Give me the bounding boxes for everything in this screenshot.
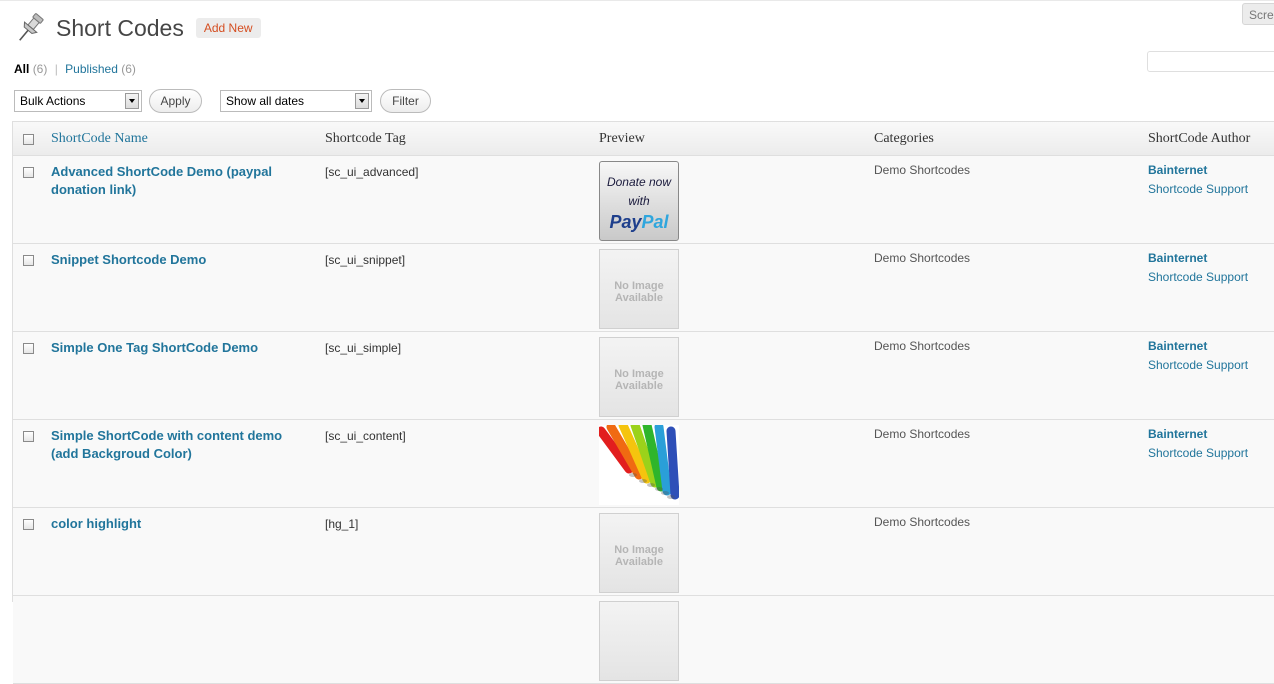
author-link[interactable]: Bainternet xyxy=(1148,427,1207,441)
no-image-placeholder: No Image Available xyxy=(599,249,679,329)
select-all-checkbox[interactable] xyxy=(23,134,34,145)
shortcode-tag: [sc_ui_advanced] xyxy=(325,165,419,179)
row-checkbox[interactable] xyxy=(23,255,34,266)
shortcode-tag: [hg_1] xyxy=(325,517,359,531)
view-published-link[interactable]: Published xyxy=(65,62,118,76)
chevron-down-icon xyxy=(125,93,139,109)
filter-button[interactable]: Filter xyxy=(380,89,431,113)
no-image-placeholder xyxy=(599,601,679,681)
date-filter-value: Show all dates xyxy=(226,94,305,108)
apply-button[interactable]: Apply xyxy=(149,89,202,113)
shortcode-tag: [sc_ui_content] xyxy=(325,429,406,443)
table-row: Advanced ShortCode Demo (paypal donation… xyxy=(13,156,1274,244)
shortcode-title-link[interactable]: Advanced ShortCode Demo (paypal donation… xyxy=(51,163,301,199)
shortcode-title-link[interactable]: Snippet Shortcode Demo xyxy=(51,251,301,269)
table-row: Snippet Shortcode Demo [sc_ui_snippet] N… xyxy=(13,244,1274,332)
page-header: Short Codes Add New xyxy=(12,8,261,48)
shortcode-tag: [sc_ui_simple] xyxy=(325,341,402,355)
support-link[interactable]: Shortcode Support xyxy=(1148,270,1248,284)
chevron-down-icon xyxy=(355,93,369,109)
crayons-illustration xyxy=(599,425,679,505)
add-new-button[interactable]: Add New xyxy=(195,18,261,38)
view-separator: | xyxy=(54,62,58,76)
shortcodes-table: ShortCode Name Shortcode Tag Preview Cat… xyxy=(12,121,1274,684)
category-link[interactable]: Demo Shortcodes xyxy=(874,251,970,265)
no-image-text: No Image Available xyxy=(614,280,664,304)
support-link[interactable]: Shortcode Support xyxy=(1148,182,1248,196)
row-checkbox[interactable] xyxy=(23,431,34,442)
bulk-actions-value: Bulk Actions xyxy=(20,94,86,108)
table-row: color highlight [hg_1] No Image Availabl… xyxy=(13,508,1274,596)
category-link[interactable]: Demo Shortcodes xyxy=(874,515,970,529)
paypal-logo: PayPal xyxy=(600,212,678,233)
row-checkbox[interactable] xyxy=(23,343,34,354)
row-checkbox[interactable] xyxy=(23,167,34,178)
shortcode-title-link[interactable]: color highlight xyxy=(51,515,301,533)
category-link[interactable]: Demo Shortcodes xyxy=(874,163,970,177)
screen-options-tab[interactable]: Screen Options xyxy=(1242,3,1274,25)
paypal-donate-preview: Donate now with PayPal xyxy=(599,161,679,241)
column-header-categories: Categories xyxy=(874,131,934,146)
table-header: ShortCode Name Shortcode Tag Preview Cat… xyxy=(13,122,1274,156)
view-published-count: (6) xyxy=(121,62,136,76)
author-link[interactable]: Bainternet xyxy=(1148,251,1207,265)
view-all-count: (6) xyxy=(32,62,48,76)
column-header-name[interactable]: ShortCode Name xyxy=(51,131,148,147)
author-link[interactable]: Bainternet xyxy=(1148,163,1207,177)
no-image-placeholder: No Image Available xyxy=(599,513,679,593)
shortcode-title-link[interactable]: Simple ShortCode with content demo (add … xyxy=(51,427,301,463)
view-all-link[interactable]: All xyxy=(14,62,29,76)
column-header-author: ShortCode Author xyxy=(1148,131,1251,146)
support-link[interactable]: Shortcode Support xyxy=(1148,446,1248,460)
bulk-actions-select[interactable]: Bulk Actions xyxy=(14,90,142,112)
shortcode-tag: [sc_ui_snippet] xyxy=(325,253,406,267)
search-input[interactable] xyxy=(1147,51,1274,72)
date-filter-select[interactable]: Show all dates xyxy=(220,90,372,112)
page-title: Short Codes xyxy=(56,14,184,41)
no-image-text: No Image Available xyxy=(614,544,664,568)
no-image-placeholder: No Image Available xyxy=(599,337,679,417)
author-link[interactable]: Bainternet xyxy=(1148,339,1207,353)
table-row xyxy=(13,596,1274,684)
category-link[interactable]: Demo Shortcodes xyxy=(874,339,970,353)
shortcode-title-link[interactable]: Simple One Tag ShortCode Demo xyxy=(51,339,301,357)
crayons-image xyxy=(599,425,679,505)
support-link[interactable]: Shortcode Support xyxy=(1148,358,1248,372)
paypal-logo-pay: Pay xyxy=(609,212,642,232)
pushpin-icon xyxy=(19,13,44,41)
view-filters: All (6) | Published (6) xyxy=(14,62,136,76)
column-header-tag: Shortcode Tag xyxy=(325,131,406,146)
column-header-preview: Preview xyxy=(599,131,645,146)
paypal-logo-pal: Pal xyxy=(641,212,669,232)
no-image-text: No Image Available xyxy=(614,368,664,392)
category-link[interactable]: Demo Shortcodes xyxy=(874,427,970,441)
top-divider xyxy=(0,0,1274,1)
table-row: Simple ShortCode with content demo (add … xyxy=(13,420,1274,508)
preview-donate-text: Donate now with xyxy=(606,175,672,208)
table-row: Simple One Tag ShortCode Demo [sc_ui_sim… xyxy=(13,332,1274,420)
row-checkbox[interactable] xyxy=(23,519,34,530)
